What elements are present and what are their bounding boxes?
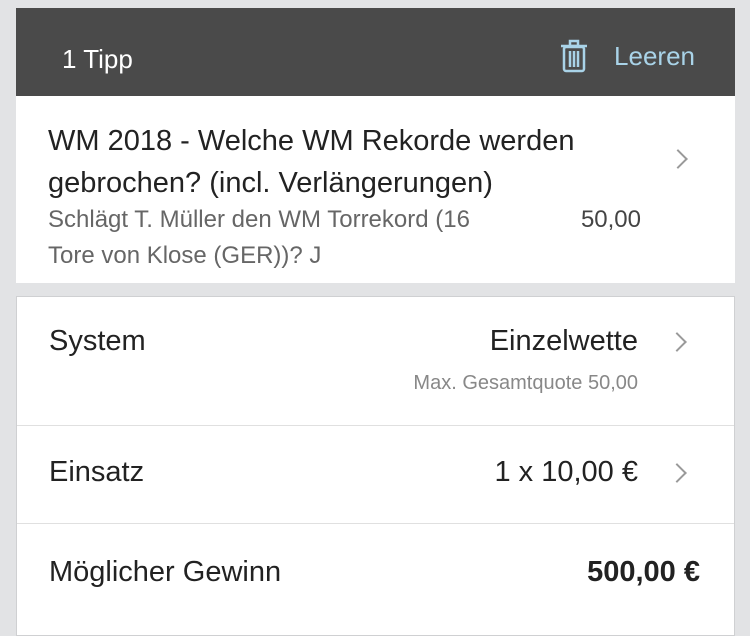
event-title: WM 2018 - Welche WM Rekorde werden gebro…	[48, 125, 575, 199]
chevron-right-icon[interactable]	[668, 149, 688, 169]
bet-selection: Schlägt T. Müller den WM Torrekord (16 T…	[48, 206, 470, 269]
trash-icon[interactable]	[560, 39, 588, 73]
system-row[interactable]: System Einzelwette Max. Gesamtquote 50,0…	[17, 297, 734, 426]
betslip-summary: System Einzelwette Max. Gesamtquote 50,0…	[16, 296, 735, 636]
stake-label: Einsatz	[49, 456, 145, 488]
max-total-odds: Max. Gesamtquote 50,00	[413, 372, 638, 394]
possible-win-label: Möglicher Gewinn	[49, 556, 282, 588]
system-label: System	[49, 325, 146, 357]
clear-label[interactable]: Leeren	[614, 41, 695, 72]
tip-count: 1 Tipp	[62, 44, 133, 74]
chevron-right-icon[interactable]	[667, 332, 687, 352]
stake-value: 1 x 10,00 €	[494, 456, 639, 488]
possible-win-row: Möglicher Gewinn 500,00 €	[17, 524, 734, 624]
system-value: Einzelwette	[489, 325, 638, 357]
stake-row[interactable]: Einsatz 1 x 10,00 €	[17, 426, 734, 524]
betslip-header: 1 Tipp Leeren	[16, 8, 735, 96]
clear-button[interactable]: Leeren	[560, 39, 695, 73]
bet-odds: 50,00	[580, 206, 641, 233]
bet-item[interactable]: WM 2018 - Welche WM Rekorde werden gebro…	[16, 96, 735, 283]
chevron-right-icon[interactable]	[667, 463, 687, 483]
possible-win-value: 500,00 €	[587, 556, 700, 588]
